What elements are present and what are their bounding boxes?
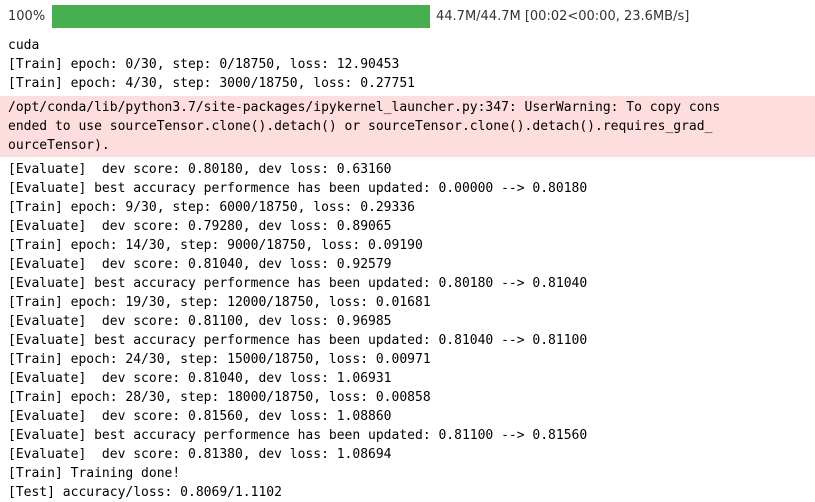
stderr-warning-block: /opt/conda/lib/python3.7/site-packages/i… bbox=[0, 96, 815, 157]
output-line: [Evaluate] dev score: 0.81380, dev loss:… bbox=[8, 447, 392, 462]
progress-bar-fill bbox=[52, 4, 430, 28]
progress-percent-label: 100% bbox=[8, 8, 46, 24]
stdout-block: cuda [Train] epoch: 0/30, step: 0/18750,… bbox=[0, 36, 815, 93]
output-line: [Train] epoch: 24/30, step: 15000/18750,… bbox=[8, 352, 431, 367]
progress-bar bbox=[52, 4, 430, 28]
output-line: [Evaluate] dev score: 0.81560, dev loss:… bbox=[8, 409, 392, 424]
progress-info-text: 44.7M/44.7M [00:02<00:00, 23.6MB/s] bbox=[436, 8, 690, 24]
output-line: [Evaluate] best accuracy performence has… bbox=[8, 428, 588, 443]
output-line: [Train] epoch: 28/30, step: 18000/18750,… bbox=[8, 390, 431, 405]
warning-line: ourceTensor). bbox=[8, 138, 110, 153]
output-line: [Train] Training done! bbox=[8, 466, 181, 481]
output-line: [Evaluate] dev score: 0.81100, dev loss:… bbox=[8, 314, 392, 329]
output-line: [Evaluate] best accuracy performence has… bbox=[8, 181, 588, 196]
output-line: [Evaluate] best accuracy performence has… bbox=[8, 333, 588, 348]
output-line: [Evaluate] dev score: 0.81040, dev loss:… bbox=[8, 257, 392, 272]
output-line: [Test] accuracy/loss: 0.8069/1.1102 bbox=[8, 485, 282, 500]
output-line: [Evaluate] dev score: 0.80180, dev loss:… bbox=[8, 162, 392, 177]
warning-line: /opt/conda/lib/python3.7/site-packages/i… bbox=[8, 100, 721, 115]
output-line: [Train] epoch: 4/30, step: 3000/18750, l… bbox=[8, 76, 415, 91]
output-line: [Train] epoch: 0/30, step: 0/18750, loss… bbox=[8, 57, 400, 72]
progress-bar-row: 100% 44.7M/44.7M [00:02<00:00, 23.6MB/s] bbox=[0, 0, 815, 32]
output-line: [Train] epoch: 9/30, step: 6000/18750, l… bbox=[8, 200, 415, 215]
output-line: cuda bbox=[8, 38, 40, 53]
output-line: [Evaluate] dev score: 0.79280, dev loss:… bbox=[8, 219, 392, 234]
cell-output: cuda [Train] epoch: 0/30, step: 0/18750,… bbox=[0, 36, 815, 502]
stdout-block: [Evaluate] dev score: 0.80180, dev loss:… bbox=[0, 160, 815, 502]
warning-line: ended to use sourceTensor.clone().detach… bbox=[8, 119, 713, 134]
output-line: [Train] epoch: 19/30, step: 12000/18750,… bbox=[8, 295, 431, 310]
output-line: [Train] epoch: 14/30, step: 9000/18750, … bbox=[8, 238, 423, 253]
output-line: [Evaluate] dev score: 0.81040, dev loss:… bbox=[8, 371, 392, 386]
output-line: [Evaluate] best accuracy performence has… bbox=[8, 276, 588, 291]
